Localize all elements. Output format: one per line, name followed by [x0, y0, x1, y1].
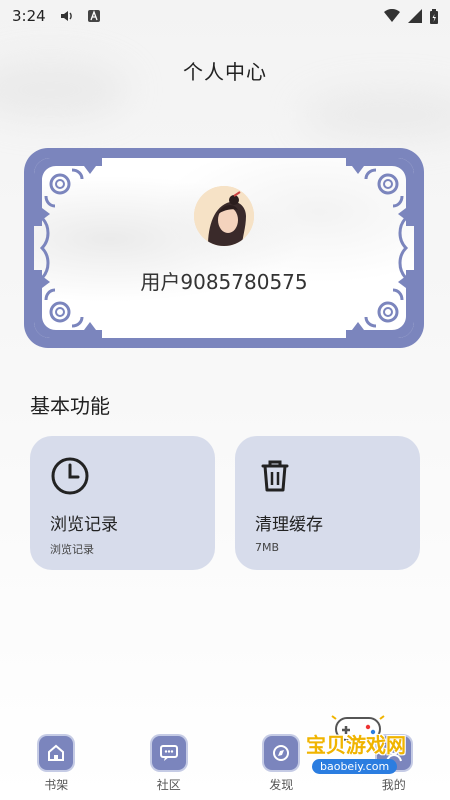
- status-time: 3:24: [12, 7, 46, 25]
- nav-item-community[interactable]: 社区: [129, 736, 209, 793]
- clock-icon: [50, 456, 90, 496]
- corner-ornament: [34, 158, 102, 226]
- history-subtitle: 浏览记录: [50, 543, 94, 556]
- nav-label: 书架: [44, 778, 69, 792]
- chat-icon: [151, 736, 186, 770]
- profile-card[interactable]: 用户9085780575: [24, 148, 424, 348]
- avatar[interactable]: [194, 186, 254, 246]
- corner-ornament: [346, 158, 414, 226]
- bookshelf-icon: [39, 736, 74, 770]
- battery-icon: [430, 8, 438, 24]
- watermark-url: baobeiy.com: [312, 759, 398, 774]
- trash-icon: [255, 456, 295, 496]
- clear-cache-title: 清理缓存: [255, 515, 323, 535]
- background-mist: [300, 90, 450, 140]
- profile-card-inner: 用户9085780575: [34, 158, 414, 338]
- clear-cache-card[interactable]: 清理缓存 7MB: [235, 436, 420, 570]
- site-watermark: 宝贝游戏网 baobeiy.com: [290, 710, 430, 790]
- history-title: 浏览记录: [50, 515, 118, 535]
- nav-item-bookshelf[interactable]: 书架: [16, 736, 96, 793]
- username: 用户9085780575: [140, 270, 308, 294]
- page-title: 个人中心: [183, 60, 267, 84]
- wifi-icon: [384, 9, 400, 23]
- history-card[interactable]: 浏览记录 浏览记录: [30, 436, 215, 570]
- a-badge-icon: [87, 10, 100, 22]
- volume-icon: [60, 9, 74, 23]
- status-bar: 3:24: [0, 0, 450, 32]
- watermark-brand: 宝贝游戏网: [306, 733, 406, 757]
- section-title: 基本功能: [30, 394, 110, 418]
- avatar-image: [194, 186, 254, 246]
- nav-label: 社区: [156, 778, 181, 792]
- cache-size: 7MB: [255, 541, 280, 554]
- signal-icon: [408, 9, 422, 23]
